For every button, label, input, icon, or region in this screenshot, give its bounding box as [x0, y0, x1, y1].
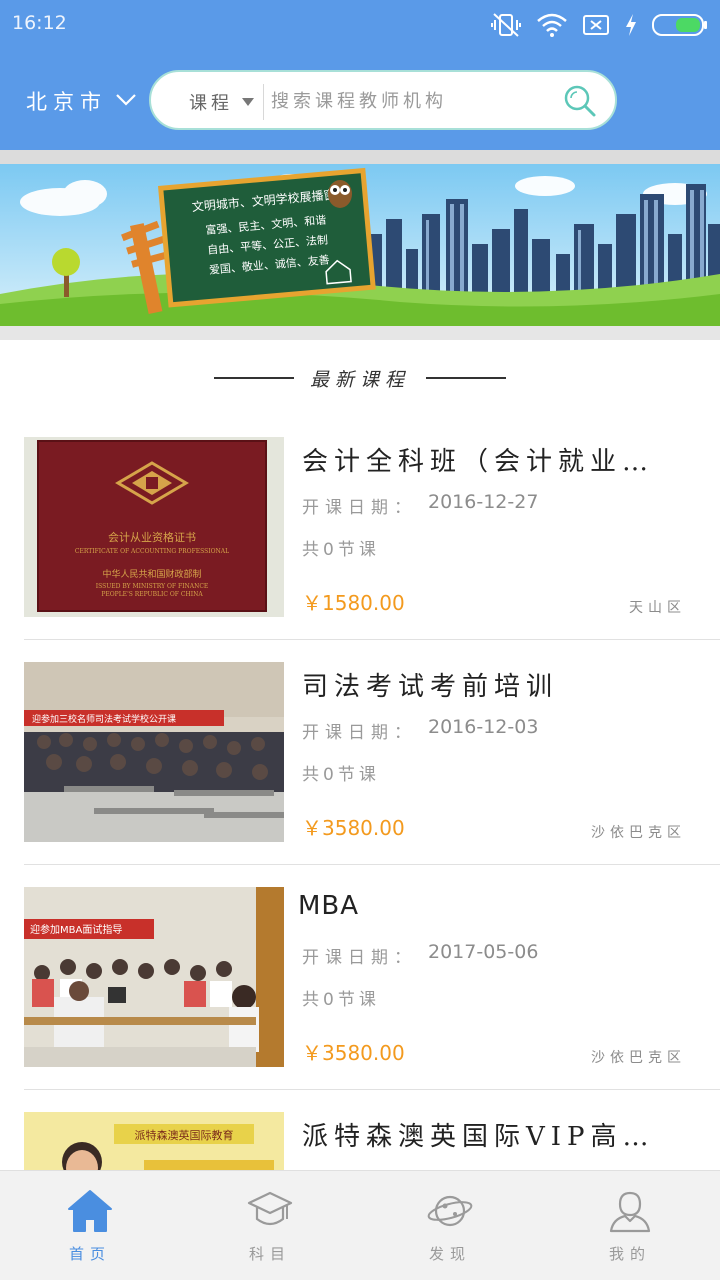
nav-item-subjects[interactable]: 科目	[180, 1171, 360, 1280]
search-input[interactable]	[271, 86, 541, 116]
course-lessons: 共0节课	[302, 540, 380, 560]
nav-label: 科目	[248, 1245, 291, 1263]
status-time: 16:12	[12, 12, 67, 34]
course-price: ￥3580.00	[302, 1041, 405, 1065]
bottom-nav: 首页 科目 发现 我的	[0, 1170, 720, 1280]
course-lessons: 共0节课	[302, 765, 380, 785]
chevron-down-icon	[115, 92, 137, 111]
course-area: 沙依巴克区	[591, 825, 686, 841]
banner-illustration: 文明城市、文明学校展播窗 富强、民主、文明、和谐 自由、平等、公正、法制 爱国、…	[0, 164, 720, 326]
mute-vibrate-icon	[490, 12, 522, 38]
photo-banner-text: 迎参加MBA面试指导	[30, 923, 122, 936]
nav-item-home[interactable]: 首页	[0, 1171, 180, 1280]
divider-line	[426, 377, 506, 379]
app-screen: 16:12 北京市 课程 搜索课程教师机构 文明城市、文明学校展播窗 富强、民主…	[0, 0, 720, 1280]
separator	[0, 326, 720, 340]
course-thumbnail: 迎参加三校名师司法考试学校公开课	[24, 662, 284, 842]
nav-item-discover[interactable]: 发现	[360, 1171, 540, 1280]
course-price: ￥3580.00	[302, 816, 405, 840]
home-icon	[67, 1189, 113, 1233]
city-label: 北京市	[26, 90, 107, 114]
course-title: 司法考试考前培训	[302, 672, 559, 702]
course-date-label: 开课日期：	[302, 498, 417, 518]
search-icon[interactable]	[563, 84, 597, 118]
divider-line	[213, 377, 294, 379]
course-date-label: 开课日期：	[302, 723, 417, 743]
course-item[interactable]: 会计从业资格证书 CERTIFICATE OF ACCOUNTING PROFE…	[0, 415, 720, 640]
course-date: 2016-12-03	[428, 716, 539, 738]
graduation-cap-icon	[247, 1189, 293, 1233]
section-title: 最新课程	[309, 368, 410, 391]
course-date: 2017-05-06	[428, 941, 539, 963]
course-area: 天山区	[629, 600, 686, 616]
promo-banner[interactable]: 文明城市、文明学校展播窗 富强、民主、文明、和谐 自由、平等、公正、法制 爱国、…	[0, 164, 720, 326]
battery-icon	[652, 13, 708, 37]
no-sim-icon	[582, 13, 610, 37]
course-title: MBA	[298, 891, 360, 921]
owl-illustration	[328, 180, 352, 208]
nav-label: 首页	[68, 1245, 111, 1263]
nav-label: 我的	[608, 1245, 651, 1263]
course-item[interactable]: 迎参加MBA面试指导 MBA 开课日期： 2017-05-06 共0节课 ￥35…	[0, 865, 720, 1090]
city-selector[interactable]: 北京市	[26, 86, 137, 116]
photo-banner-text: 迎参加三校名师司法考试学校公开课	[32, 713, 176, 725]
svg-text:中华人民共和国财政部制: 中华人民共和国财政部制	[102, 568, 201, 580]
svg-text:CERTIFICATE OF ACCOUNTING PROF: CERTIFICATE OF ACCOUNTING PROFESSIONAL	[75, 548, 229, 555]
wifi-icon	[536, 12, 568, 38]
course-thumbnail: 会计从业资格证书 CERTIFICATE OF ACCOUNTING PROFE…	[24, 437, 284, 617]
course-item[interactable]: 迎参加三校名师司法考试学校公开课 司法考试考前培训 开课日期： 2016-12-…	[0, 640, 720, 865]
photo-banner-text: 派特森澳英国际教育	[135, 1128, 234, 1142]
caret-down-icon	[242, 98, 254, 106]
charging-icon	[624, 13, 638, 37]
search-box: 课程	[149, 70, 617, 130]
nav-item-profile[interactable]: 我的	[540, 1171, 720, 1280]
course-date-label: 开课日期：	[302, 948, 417, 968]
course-list: 会计从业资格证书 CERTIFICATE OF ACCOUNTING PROFE…	[0, 415, 720, 1280]
course-date: 2016-12-27	[428, 491, 539, 513]
certificate-title: 会计从业资格证书	[108, 530, 196, 544]
planet-icon	[427, 1189, 473, 1233]
section-header: 最新课程	[0, 362, 720, 394]
header: 16:12 北京市 课程 搜索课程教师机构	[0, 0, 720, 150]
course-lessons: 共0节课	[302, 990, 380, 1010]
search-divider	[263, 84, 264, 120]
search-type-selector[interactable]: 课程	[189, 89, 233, 115]
course-thumbnail: 迎参加MBA面试指导	[24, 887, 284, 1067]
course-title: 会计全科班（会计就业…	[302, 447, 655, 477]
course-title: 派特森澳英国际VIP高…	[302, 1122, 655, 1152]
nav-label: 发现	[428, 1245, 471, 1263]
status-icons	[490, 10, 708, 40]
svg-text:PEOPLE'S REPUBLIC OF CHINA: PEOPLE'S REPUBLIC OF CHINA	[101, 591, 203, 598]
course-price: ￥1580.00	[302, 591, 405, 615]
separator	[0, 150, 720, 164]
svg-text:ISSUED BY MINISTRY OF FINANCE: ISSUED BY MINISTRY OF FINANCE	[96, 583, 209, 590]
status-bar: 16:12	[0, 0, 720, 50]
user-icon	[607, 1189, 653, 1233]
course-area: 沙依巴克区	[591, 1050, 686, 1066]
